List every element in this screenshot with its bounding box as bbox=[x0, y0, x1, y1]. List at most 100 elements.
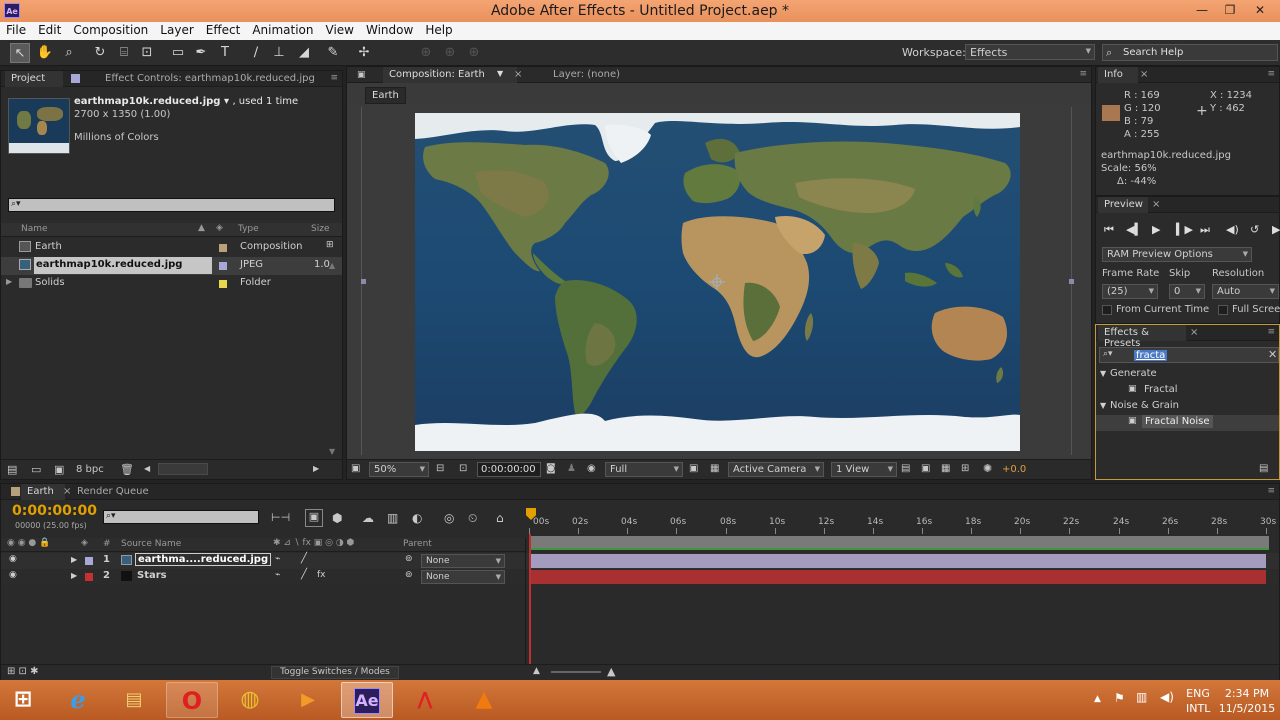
always-preview-icon[interactable]: ▣ bbox=[351, 463, 360, 474]
shy-icon[interactable]: ☁ bbox=[362, 511, 374, 525]
axis-mode-view-icon[interactable]: ⊕ bbox=[464, 43, 484, 63]
layer-duration-bar[interactable] bbox=[531, 554, 1266, 568]
panel-menu-icon[interactable]: ≡ bbox=[330, 73, 338, 83]
toggle-pixel-aspect-icon[interactable]: ▤ bbox=[901, 463, 910, 474]
list-item-selected[interactable]: earthmap10k.reduced.jpg JPEG 1.0 bbox=[1, 257, 342, 275]
tab-composition[interactable]: Composition: Earth ▼ bbox=[383, 67, 517, 83]
snapshot-icon[interactable]: ◙ bbox=[546, 463, 556, 474]
effects-group-noise-grain[interactable]: ▼ Noise & Grain bbox=[1096, 399, 1279, 415]
pen-tool-icon[interactable]: ✒ bbox=[191, 43, 211, 63]
scroll-right-icon[interactable]: ▶ bbox=[313, 464, 319, 473]
view-layout-select[interactable]: 1 View bbox=[831, 462, 897, 477]
loop-icon[interactable]: ↺ bbox=[1250, 223, 1259, 236]
search-help-field[interactable]: ⌕ Search Help bbox=[1102, 44, 1278, 61]
menu-layer[interactable]: Layer bbox=[154, 22, 199, 37]
layer-label-swatch[interactable] bbox=[85, 557, 93, 565]
chevron-down-icon[interactable]: ▼ bbox=[497, 69, 503, 78]
effect-item-fractal[interactable]: ▣ Fractal bbox=[1096, 383, 1279, 399]
close-tab-icon[interactable]: × bbox=[1140, 69, 1148, 80]
action-center-icon[interactable]: ⚑ bbox=[1114, 691, 1125, 705]
quality-switch-icon[interactable]: ╱ bbox=[301, 553, 307, 564]
list-item[interactable]: Earth Composition ⊞ bbox=[1, 239, 342, 257]
menu-view[interactable]: View bbox=[320, 22, 360, 37]
hand-tool-icon[interactable]: ✋ bbox=[35, 43, 55, 63]
fast-previews-icon[interactable]: ▣ bbox=[689, 463, 698, 474]
layer-handle[interactable] bbox=[361, 279, 366, 284]
roto-brush-tool-icon[interactable]: ✎ bbox=[323, 43, 343, 63]
color-depth[interactable]: 8 bpc bbox=[76, 464, 104, 475]
resolution-select[interactable]: Full bbox=[605, 462, 683, 477]
tab-effects-presets[interactable]: Effects & Presets bbox=[1098, 325, 1186, 349]
label-color-swatch[interactable] bbox=[219, 244, 227, 252]
frame-rate-select[interactable]: (25) bbox=[1102, 284, 1158, 299]
new-folder-icon[interactable]: ▤ bbox=[1259, 463, 1268, 474]
comp-mini-flowchart-icon[interactable]: ⊢⊣ bbox=[271, 511, 290, 524]
full-screen-checkbox[interactable] bbox=[1218, 305, 1228, 315]
menu-animation[interactable]: Animation bbox=[246, 22, 319, 37]
tab-timeline-earth[interactable]: Earth bbox=[21, 484, 65, 500]
internet-explorer-icon[interactable]: ℯ bbox=[52, 682, 104, 718]
language-indicator[interactable]: ENG INTL bbox=[1186, 686, 1210, 716]
timeline-icon[interactable]: ▦ bbox=[941, 463, 950, 474]
ram-preview-icon[interactable]: ▶▶ bbox=[1272, 223, 1280, 236]
new-folder-icon[interactable]: ▭ bbox=[31, 463, 41, 476]
quality-switch-icon[interactable]: ╱ bbox=[301, 569, 307, 580]
close-tab-icon[interactable]: × bbox=[514, 69, 522, 80]
windows-start-icon[interactable]: ⊞ bbox=[0, 682, 46, 718]
collapse-switch-icon[interactable]: ⌁ bbox=[275, 570, 280, 580]
brush-tool-icon[interactable]: ∕ bbox=[246, 43, 266, 63]
pan-behind-tool-icon[interactable]: ⊡ bbox=[137, 43, 157, 63]
time-ruler[interactable]: 00s 02s 04s 06s 08s 10s 12s 14s 16s 18s 20s 22s 24s 2… bbox=[529, 514, 1276, 534]
channel-icon[interactable]: ◉ bbox=[587, 463, 596, 474]
interpret-footage-icon[interactable]: ▤ bbox=[7, 463, 17, 476]
clock[interactable]: 2:34 PM 11/5/2015 bbox=[1218, 686, 1276, 716]
draft-3d-icon[interactable]: ⬢ bbox=[332, 511, 342, 525]
minimize-button[interactable]: — bbox=[1190, 2, 1214, 18]
tab-preview[interactable]: Preview bbox=[1098, 197, 1148, 213]
parent-select[interactable]: None bbox=[421, 570, 505, 584]
close-tab-icon[interactable]: × bbox=[1190, 327, 1198, 338]
zoom-in-icon[interactable]: ▲ bbox=[607, 665, 615, 678]
exposure-icon[interactable]: ✺ bbox=[983, 462, 992, 475]
volume-icon[interactable]: ◀) bbox=[1160, 690, 1174, 704]
panel-menu-icon[interactable]: ≡ bbox=[1267, 486, 1275, 496]
maximize-button[interactable]: ❐ bbox=[1218, 2, 1242, 18]
after-effects-taskbar-icon[interactable]: Ae bbox=[341, 682, 393, 718]
vlc-icon[interactable]: ▲ bbox=[458, 682, 510, 718]
camera-tool-icon[interactable]: ⌸ bbox=[114, 43, 134, 63]
axis-mode-world-icon[interactable]: ⊕ bbox=[440, 43, 460, 63]
horizontal-scroll-thumb[interactable] bbox=[158, 463, 208, 475]
rotation-tool-icon[interactable]: ↻ bbox=[90, 43, 110, 63]
previous-frame-icon[interactable]: ◀▍ bbox=[1126, 223, 1143, 236]
menu-edit[interactable]: Edit bbox=[32, 22, 67, 37]
selection-tool-icon[interactable]: ↖ bbox=[10, 43, 30, 63]
column-size[interactable]: Size bbox=[311, 224, 329, 234]
first-frame-icon[interactable]: ⏮ bbox=[1104, 223, 1114, 237]
frame-blending-icon[interactable]: ▥ bbox=[387, 511, 398, 525]
menu-composition[interactable]: Composition bbox=[67, 22, 154, 37]
brainstorm-icon[interactable]: ⏲ bbox=[468, 511, 477, 526]
layer-handle[interactable] bbox=[1069, 279, 1074, 284]
column-type[interactable]: Type bbox=[238, 224, 259, 234]
collapse-arrow-icon[interactable]: ▼ bbox=[1100, 369, 1106, 378]
timeline-search-field[interactable]: ⌕▾ bbox=[103, 510, 259, 524]
opera-icon[interactable]: O bbox=[166, 682, 218, 718]
pick-whip-icon[interactable]: ⊚ bbox=[405, 570, 413, 580]
acrobat-icon[interactable]: ⋀ bbox=[399, 682, 451, 718]
collapse-switch-icon[interactable]: ⌁ bbox=[275, 554, 280, 564]
effects-group-generate[interactable]: ▼ Generate bbox=[1096, 367, 1279, 383]
network-icon[interactable]: ▥ bbox=[1136, 690, 1147, 704]
label-color-swatch[interactable] bbox=[219, 280, 227, 288]
motion-blur-icon[interactable]: ◐ bbox=[412, 511, 422, 525]
project-scrollbar[interactable]: ▲ ▼ bbox=[327, 239, 341, 459]
lock-icon[interactable]: ▣ bbox=[357, 70, 366, 80]
label-color-swatch[interactable] bbox=[219, 262, 227, 270]
fit-icon[interactable]: ⊟ bbox=[436, 463, 444, 474]
audio-icon[interactable]: ◀) bbox=[1226, 223, 1239, 236]
tab-effect-controls[interactable]: Effect Controls: earthmap10k.reduced.jpg bbox=[99, 71, 321, 87]
graph-editor-icon[interactable]: ◎ bbox=[444, 511, 454, 525]
resolution-select[interactable]: Auto bbox=[1212, 284, 1279, 299]
last-frame-icon[interactable]: ⏭ bbox=[1200, 223, 1210, 237]
menu-help[interactable]: Help bbox=[419, 22, 458, 37]
media-player-icon[interactable]: ▶ bbox=[282, 682, 334, 718]
